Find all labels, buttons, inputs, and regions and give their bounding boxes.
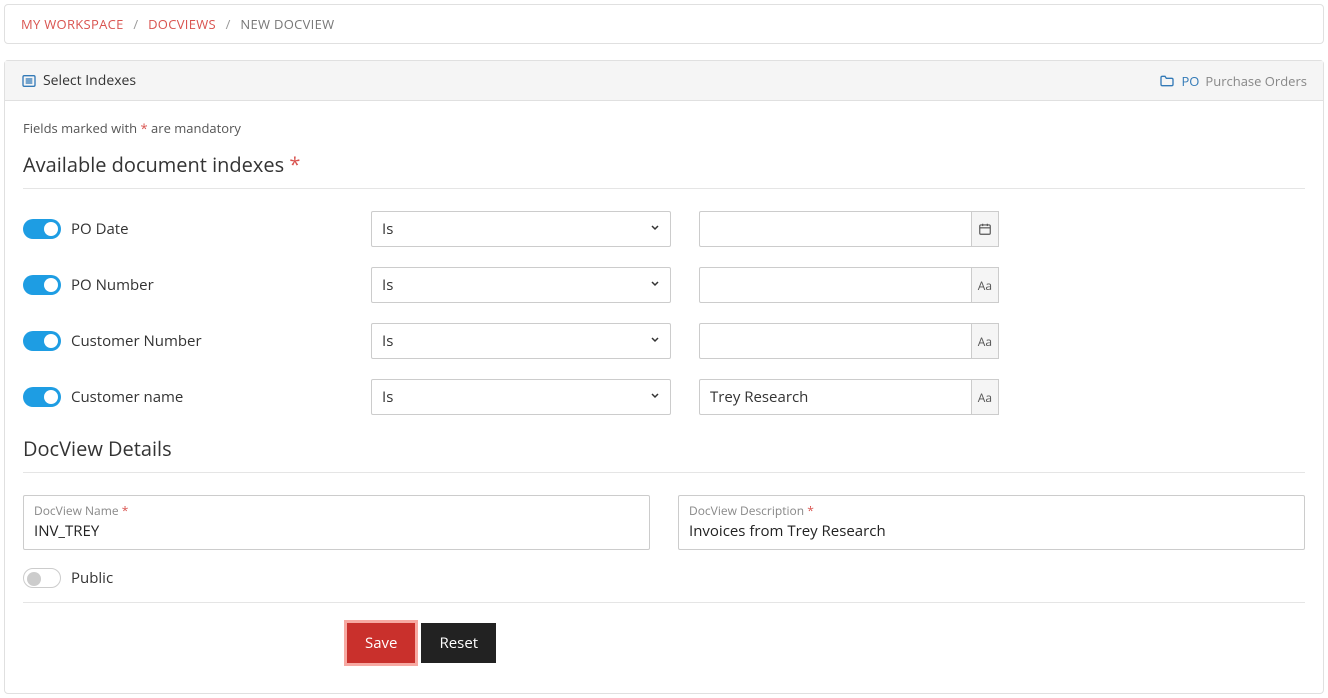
breadcrumb-root[interactable]: MY WORKSPACE [21, 15, 124, 33]
folder-icon [1159, 73, 1175, 89]
breadcrumb-current: NEW DOCVIEW [240, 15, 334, 33]
section-docview-details: DocView Details [23, 435, 1305, 473]
docview-desc-field[interactable]: DocView Description * [678, 495, 1305, 550]
po-code: PO [1181, 72, 1199, 90]
asterisk-icon: * [122, 502, 129, 519]
docview-name-label-text: DocView Name [34, 502, 119, 519]
save-button[interactable]: Save [347, 623, 415, 663]
text-type-icon: Aa [972, 267, 999, 303]
breadcrumb-sep: / [133, 15, 138, 33]
docview-desc-label: DocView Description * [689, 502, 1294, 519]
index-operator-select[interactable]: Is [371, 323, 671, 359]
index-row: Customer name Is Aa [23, 379, 1305, 415]
docview-desc-label-text: DocView Description [689, 502, 804, 519]
public-toggle[interactable] [23, 568, 61, 588]
list-icon [21, 73, 37, 89]
index-operator-select[interactable]: Is [371, 267, 671, 303]
index-row: PO Number Is Aa [23, 267, 1305, 303]
panel-body: Fields marked with * are mandatory Avail… [5, 101, 1323, 693]
panel-header-title: Select Indexes [43, 71, 136, 90]
breadcrumb-docviews[interactable]: DOCVIEWS [148, 15, 216, 33]
text-type-icon: Aa [972, 379, 999, 415]
asterisk-icon: * [807, 502, 814, 519]
text-type-icon: Aa [972, 323, 999, 359]
index-value-input[interactable] [699, 323, 972, 359]
mandatory-post: are mandatory [148, 119, 241, 137]
docview-desc-input[interactable] [689, 521, 1294, 541]
section-available-indexes: Available document indexes * [23, 151, 1305, 189]
index-value-input[interactable] [699, 211, 972, 247]
reset-button[interactable]: Reset [421, 623, 496, 663]
index-toggle[interactable] [23, 387, 61, 407]
docview-name-input[interactable] [34, 521, 639, 541]
index-value-input[interactable] [699, 379, 972, 415]
index-toggle[interactable] [23, 331, 61, 351]
mandatory-pre: Fields marked with [23, 119, 140, 137]
docview-name-label: DocView Name * [34, 502, 639, 519]
po-label: Purchase Orders [1205, 72, 1307, 90]
index-value-input[interactable] [699, 267, 972, 303]
panel-header: Select Indexes PO Purchase Orders [5, 61, 1323, 101]
index-row: PO Date Is [23, 211, 1305, 247]
index-operator-select[interactable]: Is [371, 211, 671, 247]
asterisk-icon: * [140, 119, 147, 137]
index-label: PO Date [71, 219, 129, 239]
calendar-icon [972, 211, 999, 247]
index-label: PO Number [71, 275, 154, 295]
asterisk-icon: * [289, 151, 300, 178]
breadcrumb: MY WORKSPACE / DOCVIEWS / NEW DOCVIEW [4, 4, 1324, 44]
public-label: Public [71, 568, 113, 588]
breadcrumb-sep: / [226, 15, 231, 33]
docview-name-field[interactable]: DocView Name * [23, 495, 650, 550]
section-title-text: Available document indexes [23, 151, 284, 178]
panel: Select Indexes PO Purchase Orders Fields… [4, 60, 1324, 694]
index-label: Customer Number [71, 331, 202, 351]
index-toggle[interactable] [23, 275, 61, 295]
mandatory-note: Fields marked with * are mandatory [23, 119, 1305, 137]
index-label: Customer name [71, 387, 183, 407]
index-operator-select[interactable]: Is [371, 379, 671, 415]
index-row: Customer Number Is Aa [23, 323, 1305, 359]
index-toggle[interactable] [23, 219, 61, 239]
